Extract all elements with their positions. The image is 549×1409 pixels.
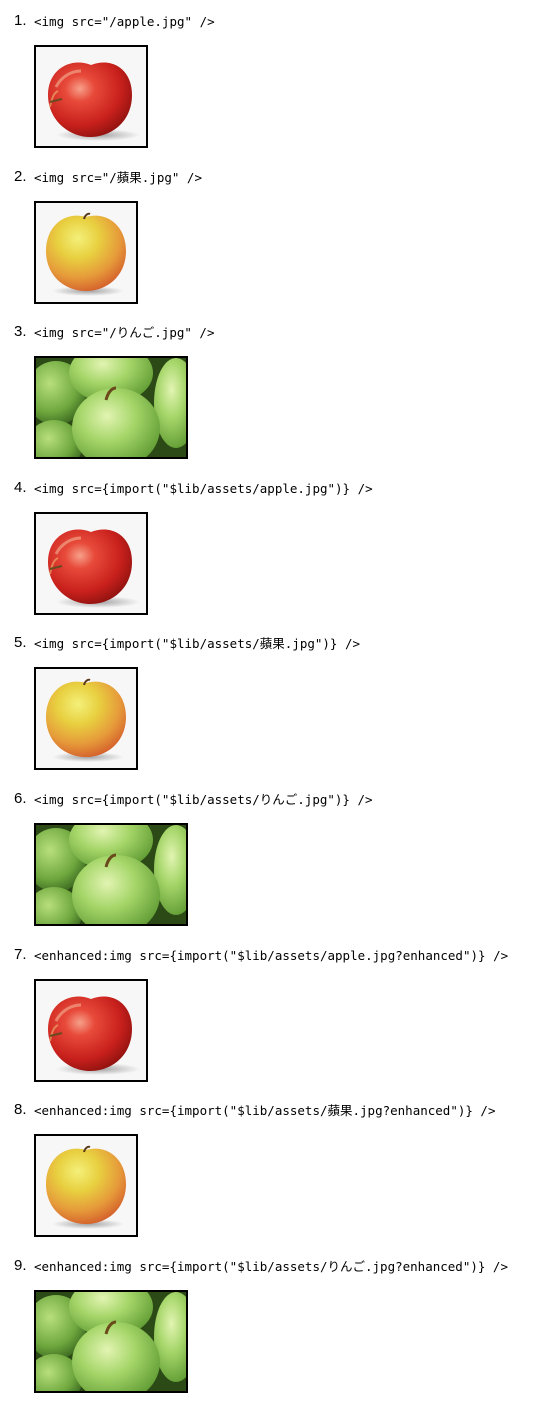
item-number: 2. (14, 168, 27, 185)
item-number: 8. (14, 1101, 27, 1118)
item-code: <img src={import("$lib/assets/apple.jpg"… (34, 481, 373, 496)
item-number: 6. (14, 790, 27, 807)
yellow-apple-image (34, 201, 138, 304)
item-number: 7. (14, 946, 27, 963)
item-number: 4. (14, 479, 27, 496)
item-number: 1. (14, 12, 27, 29)
red-apple-image (34, 979, 148, 1082)
item-code: <enhanced:img src={import("$lib/assets/蘋… (34, 1103, 496, 1118)
yellow-apple-image (34, 1134, 138, 1237)
green-apples-image (34, 356, 188, 459)
image-test-list: 1. <img src="/apple.jpg" /> 2. <img src=… (0, 0, 549, 1409)
red-apple-image (34, 512, 148, 615)
item-code: <enhanced:img src={import("$lib/assets/a… (34, 948, 509, 963)
item-code: <img src={import("$lib/assets/りんご.jpg")}… (34, 792, 373, 807)
item-code: <img src={import("$lib/assets/蘋果.jpg")} … (34, 636, 361, 651)
green-apples-image (34, 823, 188, 926)
item-code: <img src="/りんご.jpg" /> (34, 325, 215, 340)
green-apples-image (34, 1290, 188, 1393)
red-apple-image (34, 45, 148, 148)
item-number: 5. (14, 634, 27, 651)
item-number: 9. (14, 1257, 27, 1274)
item-code: <img src="/蘋果.jpg" /> (34, 170, 202, 185)
item-code: <img src="/apple.jpg" /> (34, 14, 215, 29)
yellow-apple-image (34, 667, 138, 770)
item-code: <enhanced:img src={import("$lib/assets/り… (34, 1259, 508, 1274)
item-number: 3. (14, 323, 27, 340)
